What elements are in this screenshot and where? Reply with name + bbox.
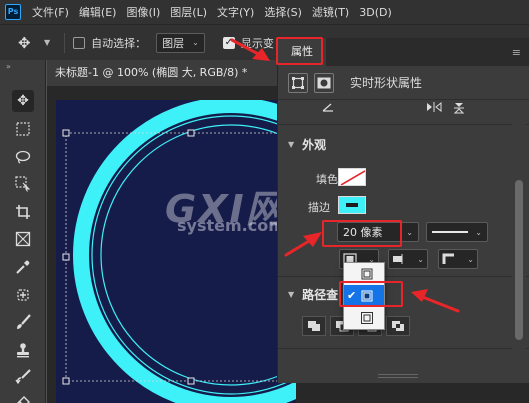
outer-ring-shape[interactable] bbox=[73, 100, 296, 403]
tool-preset-caret-icon[interactable]: ▼ bbox=[44, 38, 50, 47]
shape-transform-icon[interactable] bbox=[288, 72, 308, 93]
chevron-down-icon: ⌄ bbox=[467, 254, 474, 264]
chevron-down-icon: ▼ bbox=[288, 140, 295, 149]
path-ops-section-header[interactable]: ▼ 路径查 bbox=[288, 286, 338, 303]
document-tab[interactable]: 未标题-1 @ 100% (椭圆 大, RGB/8) * bbox=[47, 60, 277, 86]
transform-handle-top-left[interactable] bbox=[62, 129, 70, 137]
properties-panel-tabbar: 属性 ≡ bbox=[278, 38, 529, 66]
properties-header: 实时形状属性 bbox=[278, 66, 529, 100]
appearance-section-header[interactable]: ▼ 外观 bbox=[288, 136, 326, 153]
stroke-align-popup: ✔ bbox=[343, 262, 385, 330]
rect-marquee-icon[interactable] bbox=[12, 118, 34, 140]
menu-layer[interactable]: 图层(L) bbox=[165, 4, 212, 20]
stroke-cap-dropdown[interactable]: ⌄ bbox=[388, 249, 428, 269]
menu-type[interactable]: 文字(Y) bbox=[212, 4, 259, 20]
show-transform-label: 显示变 bbox=[240, 36, 274, 50]
inner-ring-line bbox=[100, 124, 296, 386]
angle-icon bbox=[322, 103, 333, 112]
flip-vertical-icon[interactable] bbox=[454, 102, 464, 114]
auto-select-target-dropdown[interactable]: 图层 ⌄ bbox=[156, 32, 205, 53]
auto-select-target-value: 图层 bbox=[162, 36, 185, 50]
move-tool-options-icon[interactable]: ✥ bbox=[18, 34, 42, 52]
tab-properties[interactable]: 属性 bbox=[278, 38, 326, 66]
chevron-down-icon: ⌄ bbox=[406, 227, 413, 237]
watermark-domain: system.com bbox=[177, 216, 285, 235]
angle-flip-row bbox=[278, 100, 529, 118]
menu-filter[interactable]: 滤镜(T) bbox=[307, 4, 354, 20]
stroke-label: 描边 bbox=[308, 201, 330, 214]
stroke-outside-icon bbox=[361, 312, 373, 324]
menu-select[interactable]: 选择(S) bbox=[259, 4, 307, 20]
no-fill-slash-icon bbox=[340, 170, 365, 185]
object-select-icon[interactable] bbox=[12, 173, 34, 195]
stroke-swatch-inner bbox=[346, 203, 358, 207]
panel-menu-icon[interactable]: ≡ bbox=[512, 46, 521, 59]
stroke-align-option-inside[interactable] bbox=[344, 263, 384, 285]
stroke-center-icon bbox=[361, 290, 373, 302]
stroke-cap-icon bbox=[393, 254, 403, 264]
eraser-icon[interactable] bbox=[12, 390, 34, 403]
fill-label: 填色 bbox=[316, 173, 338, 186]
section-divider bbox=[278, 124, 529, 125]
document-canvas[interactable] bbox=[56, 100, 296, 403]
options-separator bbox=[64, 32, 66, 53]
stroke-corner-dropdown[interactable]: ⌄ bbox=[438, 249, 478, 269]
brush-icon[interactable] bbox=[12, 311, 34, 333]
stamp-icon[interactable] bbox=[12, 339, 34, 361]
frame-icon[interactable] bbox=[12, 228, 34, 250]
show-transform-checkbox[interactable]: ✓ bbox=[222, 36, 235, 49]
chevron-down-icon: ⌄ bbox=[417, 254, 424, 264]
stroke-inside-icon bbox=[361, 268, 373, 280]
move-icon[interactable]: ✥ bbox=[12, 90, 34, 112]
stroke-align-option-outside[interactable] bbox=[344, 307, 384, 329]
menu-3d[interactable]: 3D(D) bbox=[354, 6, 397, 19]
stroke-width-value: 20 像素 bbox=[343, 226, 383, 239]
solid-line-icon bbox=[432, 231, 468, 233]
combine-shapes-icon[interactable] bbox=[302, 316, 326, 336]
menu-file[interactable]: 文件(F) bbox=[27, 4, 74, 20]
auto-select-label: 自动选择： bbox=[91, 36, 147, 50]
stroke-align-option-center[interactable]: ✔ bbox=[344, 285, 384, 307]
panel-resize-handle[interactable] bbox=[378, 374, 418, 378]
transform-handle-bottom-middle[interactable] bbox=[187, 377, 195, 385]
chevron-down-icon: ▼ bbox=[288, 290, 295, 299]
properties-panel: 属性 ≡ 实时形状属性 ▼ 外观 填色 描边 20 像素 ⌄ ⌄ ⌄ ⌄ ⌄ ▼… bbox=[277, 38, 529, 383]
properties-scrollbar[interactable] bbox=[512, 100, 526, 383]
path-ops-section-title: 路径查 bbox=[302, 288, 339, 302]
properties-scrollbar-thumb[interactable] bbox=[515, 180, 523, 340]
canvas-artwork bbox=[62, 100, 296, 403]
stroke-width-dropdown[interactable]: 20 像素 ⌄ bbox=[337, 222, 419, 242]
transform-handle-middle-left[interactable] bbox=[62, 253, 70, 261]
transform-handle-bottom-left[interactable] bbox=[62, 377, 70, 385]
transform-handle-top-middle[interactable] bbox=[187, 129, 195, 137]
healing-icon[interactable] bbox=[12, 284, 34, 306]
chevron-down-icon: ⌄ bbox=[475, 227, 482, 237]
appearance-section-title: 外观 bbox=[302, 138, 327, 152]
section-divider bbox=[278, 348, 529, 349]
history-brush-icon[interactable] bbox=[12, 366, 34, 388]
fill-swatch[interactable] bbox=[338, 168, 366, 186]
menu-image[interactable]: 图像(I) bbox=[121, 4, 165, 20]
tools-panel: » ✥ bbox=[0, 60, 46, 403]
stroke-color-swatch[interactable] bbox=[338, 196, 366, 214]
photoshop-logo: Ps bbox=[5, 4, 21, 20]
menu-edit[interactable]: 编辑(E) bbox=[74, 4, 122, 20]
collapse-panel-icon[interactable]: » bbox=[0, 60, 45, 76]
stroke-corner-icon bbox=[442, 253, 454, 264]
section-divider bbox=[278, 276, 529, 277]
flip-horizontal-icon[interactable] bbox=[426, 102, 442, 112]
auto-select-checkbox[interactable] bbox=[73, 36, 86, 49]
chevron-down-icon: ⌄ bbox=[192, 38, 199, 47]
menu-bar: Ps 文件(F) 编辑(E) 图像(I) 图层(L) 文字(Y) 选择(S) 滤… bbox=[0, 0, 529, 24]
exclude-shapes-icon[interactable] bbox=[386, 316, 410, 336]
live-shape-properties-title: 实时形状属性 bbox=[350, 76, 423, 90]
checkmark-icon: ✔ bbox=[347, 289, 357, 302]
lasso-icon[interactable] bbox=[12, 146, 34, 168]
stroke-type-dropdown[interactable]: ⌄ bbox=[426, 222, 488, 242]
crop-icon[interactable] bbox=[12, 201, 34, 223]
mask-icon[interactable] bbox=[314, 72, 334, 93]
eyedropper-icon[interactable] bbox=[12, 256, 34, 278]
